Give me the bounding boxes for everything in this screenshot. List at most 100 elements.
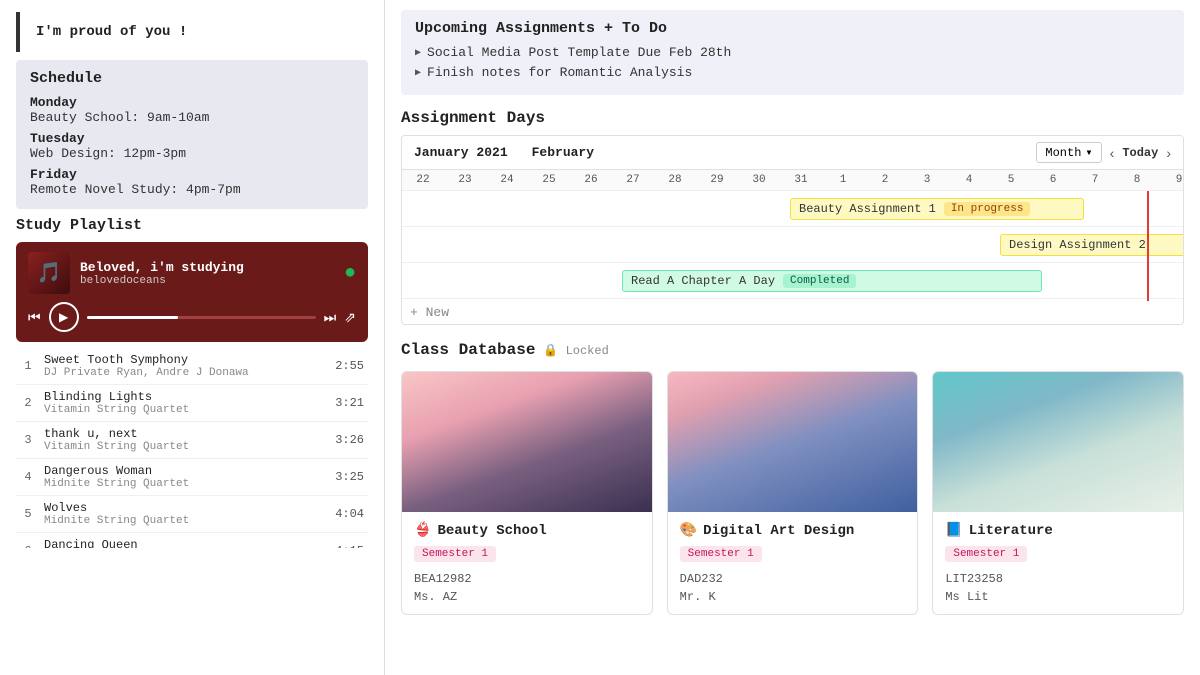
calendar-header: January 2021 February Month ▾ ‹ Today ›: [402, 136, 1183, 170]
class-card[interactable]: 📘 Literature Semester 1 LIT23258 Ms Lit: [932, 371, 1184, 615]
class-db-title: Class Database: [401, 341, 535, 359]
class-cards: 👙 Beauty School Semester 1 BEA12982 Ms. …: [401, 371, 1184, 615]
track-info: Dancing Queen Midnite String Quartet: [44, 538, 327, 548]
list-item[interactable]: 4 Dangerous Woman Midnite String Quartet…: [16, 459, 368, 496]
date-cell: 26: [570, 172, 612, 188]
status-badge: In progress: [944, 202, 1031, 216]
list-item[interactable]: 1 Sweet Tooth Symphony DJ Private Ryan, …: [16, 348, 368, 385]
track-number: 2: [20, 396, 36, 410]
triangle-icon: ▶: [415, 67, 421, 79]
schedule-item: Beauty School: 9am-10am: [30, 110, 354, 125]
motivational-quote: I'm proud of you !: [16, 12, 368, 52]
bar-label: Design Assignment 2: [1009, 238, 1146, 252]
today-line: [1147, 191, 1149, 301]
gantt-row: Read A Chapter A DayCompleted: [402, 263, 1183, 299]
list-item[interactable]: 5 Wolves Midnite String Quartet 4:04: [16, 496, 368, 533]
next-button[interactable]: ⏭: [324, 309, 337, 326]
triangle-icon: ▶: [415, 47, 421, 59]
gantt-bar[interactable]: Read A Chapter A DayCompleted: [622, 270, 1042, 292]
player-info: Beloved, i'm studying belovedoceans: [80, 260, 334, 287]
share-button[interactable]: ⇗: [344, 309, 356, 326]
date-cell: 9: [1158, 172, 1183, 188]
month-dropdown[interactable]: Month ▾: [1036, 142, 1101, 163]
semester-badge: Semester 1: [945, 546, 1027, 562]
track-number: 5: [20, 507, 36, 521]
assignment-days-header: Assignment Days: [401, 109, 1184, 127]
locked-badge: 🔒 Locked: [543, 343, 608, 358]
schedule-title: Schedule: [30, 70, 354, 87]
calendar-controls: Month ▾ ‹ Today ›: [1036, 142, 1171, 163]
schedule-item: Web Design: 12pm-3pm: [30, 146, 354, 161]
track-duration: 3:26: [335, 433, 364, 447]
list-item[interactable]: 3 thank u, next Vitamin String Quartet 3…: [16, 422, 368, 459]
date-cell: 31: [780, 172, 822, 188]
track-info: Dangerous Woman Midnite String Quartet: [44, 464, 327, 490]
today-date: 8: [1116, 174, 1158, 186]
left-panel: I'm proud of you ! Schedule MondayBeauty…: [0, 0, 385, 675]
track-duration: 2:55: [335, 359, 364, 373]
card-code: BEA12982: [414, 572, 640, 586]
track-title: Dancing Queen: [44, 538, 327, 548]
card-code: DAD232: [680, 572, 906, 586]
player-controls: ⏮ ▶ ⏭ ⇗: [28, 302, 356, 332]
gantt-bar[interactable]: Design Assignment 2: [1000, 234, 1184, 256]
date-cell: 3: [906, 172, 948, 188]
list-item[interactable]: 2 Blinding Lights Vitamin String Quartet…: [16, 385, 368, 422]
card-image: [668, 372, 918, 512]
new-row-button[interactable]: + New: [402, 301, 1183, 324]
list-item: ▶Social Media Post Template Due Feb 28th: [415, 45, 1170, 60]
track-artist: Midnite String Quartet: [44, 478, 327, 490]
prev-button[interactable]: ⏮: [28, 309, 41, 326]
track-title: Sweet Tooth Symphony: [44, 353, 327, 367]
spotify-player: 🎵 Beloved, i'm studying belovedoceans ● …: [16, 242, 368, 342]
chevron-down-icon: ▾: [1085, 145, 1092, 160]
date-cell: 25: [528, 172, 570, 188]
bar-label: Beauty Assignment 1: [799, 202, 936, 216]
track-duration: 4:04: [335, 507, 364, 521]
gantt-body: Beauty Assignment 1 In progress Design Ass…: [402, 191, 1183, 301]
schedule-section: Schedule MondayBeauty School: 9am-10amTu…: [16, 60, 368, 209]
card-teacher: Ms Lit: [945, 590, 1171, 604]
date-cell: 8: [1116, 172, 1158, 188]
date-cell: 22: [402, 172, 444, 188]
play-button[interactable]: ▶: [49, 302, 79, 332]
month-label-jan: January 2021: [414, 145, 508, 160]
card-body: 👙 Beauty School Semester 1 BEA12982 Ms. …: [402, 512, 652, 614]
assignment-days-label: Assignment Days: [401, 109, 545, 127]
gantt-bar[interactable]: Beauty Assignment 1 In progress: [790, 198, 1084, 220]
today-button[interactable]: Today: [1122, 146, 1158, 160]
card-title: 📘 Literature: [945, 522, 1171, 539]
card-name: Beauty School: [437, 523, 546, 539]
date-cell: 7: [1074, 172, 1116, 188]
card-emoji: 📘: [945, 522, 962, 539]
class-card[interactable]: 🎨 Digital Art Design Semester 1 DAD232 M…: [667, 371, 919, 615]
card-image: [402, 372, 652, 512]
track-duration: 4:15: [335, 544, 364, 548]
cal-prev-button[interactable]: ‹: [1110, 145, 1115, 161]
track-artist: DJ Private Ryan, Andre J Donawa: [44, 367, 327, 379]
status-badge: Completed: [783, 274, 856, 288]
cal-next-button[interactable]: ›: [1166, 145, 1171, 161]
track-duration: 3:25: [335, 470, 364, 484]
list-item[interactable]: 6 Dancing Queen Midnite String Quartet 4…: [16, 533, 368, 548]
card-name: Literature: [969, 523, 1053, 539]
date-cell: 29: [696, 172, 738, 188]
date-cell: 6: [1032, 172, 1074, 188]
date-cell: 27: [612, 172, 654, 188]
gantt-row: Beauty Assignment 1 In progress: [402, 191, 1183, 227]
card-emoji: 🎨: [680, 522, 697, 539]
card-teacher: Ms. AZ: [414, 590, 640, 604]
track-info: Wolves Midnite String Quartet: [44, 501, 327, 527]
card-body: 🎨 Digital Art Design Semester 1 DAD232 M…: [668, 512, 918, 614]
track-number: 3: [20, 433, 36, 447]
class-card[interactable]: 👙 Beauty School Semester 1 BEA12982 Ms. …: [401, 371, 653, 615]
card-image: [933, 372, 1183, 512]
schedule-day: Tuesday: [30, 131, 354, 146]
track-title: Wolves: [44, 501, 327, 515]
track-number: 6: [20, 544, 36, 548]
track-info: Sweet Tooth Symphony DJ Private Ryan, An…: [44, 353, 327, 379]
calendar-months: January 2021 February: [414, 145, 1036, 160]
track-number: 1: [20, 359, 36, 373]
right-panel: Upcoming Assignments + To Do ▶Social Med…: [385, 0, 1200, 675]
schedule-item: Remote Novel Study: 4pm-7pm: [30, 182, 354, 197]
